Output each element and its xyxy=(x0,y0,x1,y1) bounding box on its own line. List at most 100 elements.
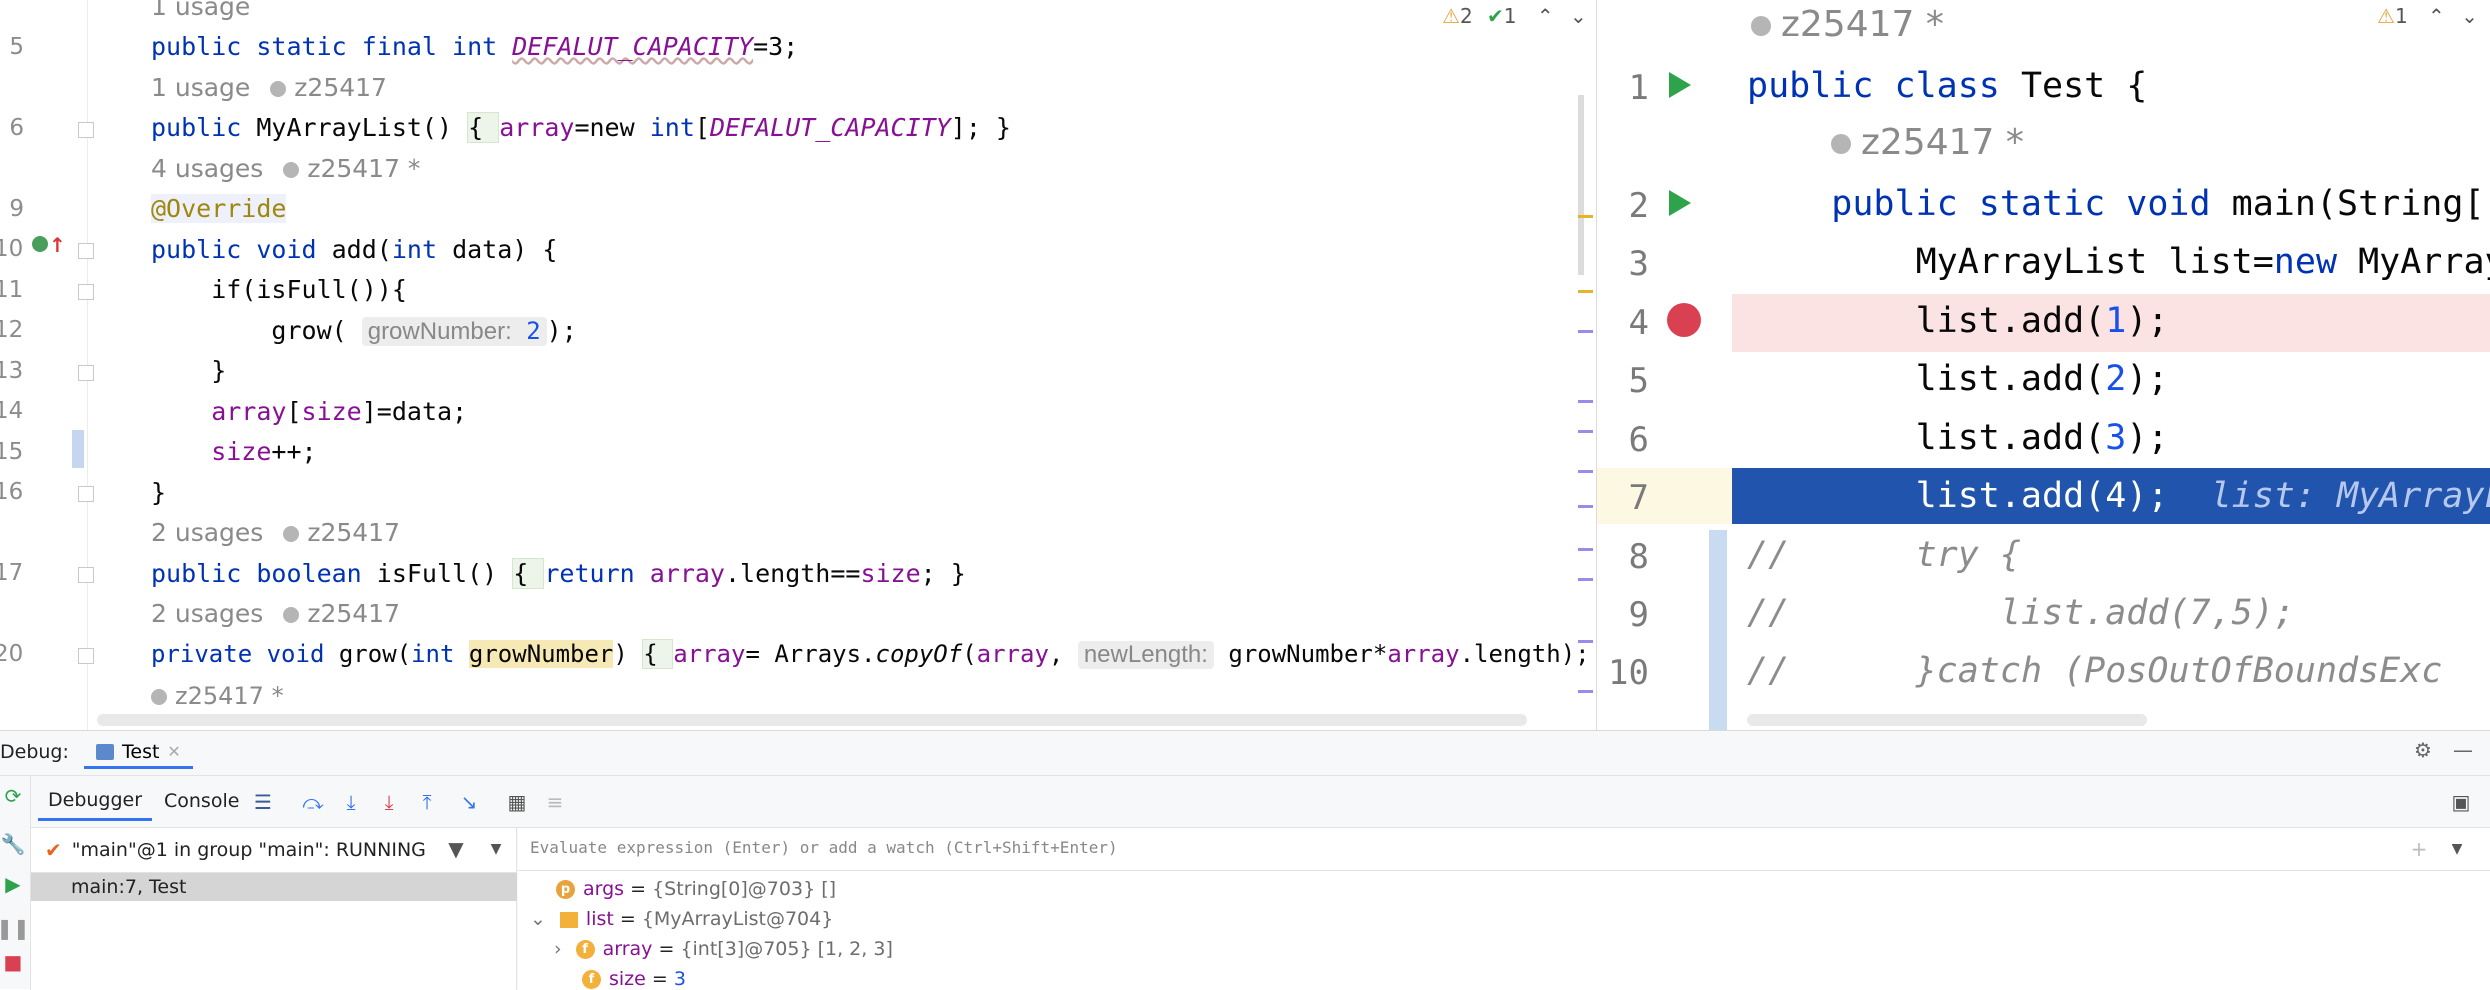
user-icon xyxy=(1751,16,1771,36)
code-line-12[interactable]: grow( growNumber: 2); xyxy=(151,316,577,346)
minimize-icon[interactable]: — xyxy=(2450,737,2476,763)
usage-marker[interactable] xyxy=(1578,330,1593,333)
code-line-6[interactable]: list.add(3); xyxy=(1747,418,2169,458)
horizontal-scrollbar[interactable] xyxy=(97,714,1527,726)
usage-marker[interactable] xyxy=(1578,505,1593,508)
run-icon[interactable] xyxy=(1669,190,1691,216)
variable-array[interactable]: › f array = {int[3]@705} [1, 2, 3] xyxy=(554,938,893,960)
usage-hint[interactable]: 1 usage xyxy=(151,0,250,21)
fold-marker-icon[interactable] xyxy=(78,284,94,300)
step-into-icon[interactable]: ⤓ xyxy=(338,789,364,815)
horizontal-scrollbar[interactable] xyxy=(1747,714,2147,726)
code-line-15[interactable]: size++; xyxy=(151,437,316,466)
author-hint[interactable]: z25417 * xyxy=(1751,4,1944,45)
code-line-14[interactable]: array[size]=data; xyxy=(151,397,467,426)
code-line-7[interactable]: list.add(4); list: MyArrayL xyxy=(1747,476,2490,516)
fold-marker-icon[interactable] xyxy=(78,486,94,502)
chevron-up-icon[interactable]: ⌃ xyxy=(1537,4,1554,28)
code-line-6[interactable]: public MyArrayList() { array=new int[DEF… xyxy=(151,112,1011,143)
force-step-into-icon[interactable]: ⤓ xyxy=(376,789,402,815)
usage-hint[interactable]: z25417 * xyxy=(151,682,284,710)
code-line-9[interactable]: // list.add(7,5); xyxy=(1747,593,2295,633)
pause-icon[interactable]: ❚❚ xyxy=(0,915,30,941)
chevron-down-icon[interactable]: ⌄ xyxy=(1570,4,1587,28)
variable-size[interactable]: f size = 3 xyxy=(582,968,686,990)
chevron-right-icon: › xyxy=(554,938,562,960)
rerun-icon[interactable]: ⟳ xyxy=(0,783,26,809)
gear-icon[interactable]: ⚙ xyxy=(2410,737,2436,763)
run-to-cursor-icon[interactable]: ↘ xyxy=(456,789,482,815)
variable-args[interactable]: p args = {String[0]@703} [] xyxy=(556,878,836,900)
breakpoint-icon[interactable] xyxy=(1667,303,1701,337)
run-icon[interactable] xyxy=(1669,72,1691,98)
thread-selector[interactable]: ✔ "main"@1 in group "main": RUNNING xyxy=(45,838,426,862)
wrench-icon[interactable]: 🔧 xyxy=(0,831,26,857)
code-line-4[interactable]: list.add(1); xyxy=(1747,301,2169,341)
left-editor-pane[interactable]: 5 6 9 10 11 12 13 14 15 16 17 20 ↑ ⚠2 ✔1… xyxy=(0,0,1593,730)
frames-panel: ✔ "main"@1 in group "main": RUNNING ▼ ▼ … xyxy=(31,828,517,990)
debug-panel: Debug: Test ✕ ⚙ — ⟳ 🔧 ▶ ❚❚ ■ Debugger Co… xyxy=(0,730,2490,990)
usage-marker[interactable] xyxy=(1578,640,1593,643)
step-out-icon[interactable]: ⤒ xyxy=(414,789,440,815)
usage-hint[interactable]: 2 usages z25417 xyxy=(151,599,400,628)
author-hint[interactable]: z25417 * xyxy=(1831,122,2024,163)
menu-icon[interactable]: ☰ xyxy=(250,789,276,815)
usage-hint[interactable]: 1 usage z25417 xyxy=(151,73,387,102)
fold-marker-icon[interactable] xyxy=(78,365,94,381)
usage-hint[interactable]: 2 usages z25417 xyxy=(151,518,400,547)
inspection-widget[interactable]: ⚠2 ✔1 ⌃ ⌄ xyxy=(1442,4,1587,28)
stop-icon[interactable]: ■ xyxy=(0,949,26,975)
frame-row-selected[interactable]: main:7, Test xyxy=(31,873,517,901)
usage-marker[interactable] xyxy=(1578,690,1593,693)
right-editor-pane[interactable]: 1 2 3 4 5 6 7 8 9 10 7 ⚠1 ⌃ ⌄ z25417 * p… xyxy=(1596,0,2490,730)
chevron-down-icon[interactable]: ▼ xyxy=(2444,836,2470,862)
code-line-16[interactable]: } xyxy=(151,478,166,507)
fold-marker-icon[interactable] xyxy=(78,648,94,664)
usage-marker[interactable] xyxy=(1578,470,1593,473)
code-line-9[interactable]: @Override xyxy=(151,194,287,223)
chevron-up-icon[interactable]: ⌃ xyxy=(2428,4,2445,28)
line-number: 5 xyxy=(1628,361,1649,401)
code-line-5[interactable]: list.add(2); xyxy=(1747,359,2169,399)
fold-marker-icon[interactable] xyxy=(78,122,94,138)
filter-icon[interactable]: ▼ xyxy=(443,836,469,862)
usage-marker[interactable] xyxy=(1578,430,1593,433)
usage-hint[interactable]: 4 usages z25417 * xyxy=(151,154,420,183)
inspection-widget[interactable]: ⚠1 ⌃ ⌄ xyxy=(2377,4,2478,28)
usage-marker[interactable] xyxy=(1578,548,1593,551)
evaluate-input[interactable]: Evaluate expression (Enter) or add a wat… xyxy=(530,838,1118,857)
warning-marker[interactable] xyxy=(1578,290,1593,293)
fold-marker-icon[interactable] xyxy=(78,243,94,259)
fold-marker-icon[interactable] xyxy=(78,567,94,583)
trace-icon[interactable]: ≡ xyxy=(542,789,568,815)
chevron-down-icon[interactable]: ▼ xyxy=(483,836,509,862)
usage-marker[interactable] xyxy=(1578,400,1593,403)
implements-method-icon[interactable] xyxy=(32,236,48,252)
add-watch-icon[interactable]: + xyxy=(2406,836,2432,862)
code-line-13[interactable]: } xyxy=(151,356,226,385)
code-line-8[interactable]: // try { xyxy=(1747,535,2021,575)
code-line-17[interactable]: public boolean isFull() { return array.l… xyxy=(151,558,966,589)
warning-marker[interactable] xyxy=(1578,215,1593,218)
step-over-icon[interactable]: ⤼ xyxy=(300,789,326,815)
chevron-down-icon[interactable]: ⌄ xyxy=(2461,4,2478,28)
code-line-3[interactable]: MyArrayList list=new MyArrayL xyxy=(1747,242,2490,282)
evaluate-expression-icon[interactable]: ▦ xyxy=(504,789,530,815)
vertical-scrollbar[interactable] xyxy=(1578,95,1584,275)
layout-icon[interactable]: ▣ xyxy=(2448,789,2474,815)
usage-marker[interactable] xyxy=(1578,578,1593,581)
tab-debugger[interactable]: Debugger xyxy=(38,781,153,821)
variable-list[interactable]: ⌄ list = {MyArrayList@704} xyxy=(530,908,833,930)
code-line-11[interactable]: if(isFull()){ xyxy=(151,275,407,304)
tab-test[interactable]: Test ✕ xyxy=(84,737,193,769)
code-line-10[interactable]: // }catch (PosOutOfBoundsExc xyxy=(1747,651,2442,691)
close-icon[interactable]: ✕ xyxy=(167,742,180,761)
code-line-20[interactable]: private void grow(int growNumber) { arra… xyxy=(151,639,1593,669)
code-line-2[interactable]: public static void main(String[] xyxy=(1747,184,2490,224)
tab-console[interactable]: Console xyxy=(160,781,243,821)
code-line-1[interactable]: public class Test { xyxy=(1747,66,2147,106)
code-line-10[interactable]: public void add(int data) { xyxy=(151,235,557,264)
user-icon xyxy=(283,526,300,542)
resume-icon[interactable]: ▶ xyxy=(0,871,26,897)
code-line-5[interactable]: public static final int DEFALUT_CAPACITY… xyxy=(151,32,798,61)
